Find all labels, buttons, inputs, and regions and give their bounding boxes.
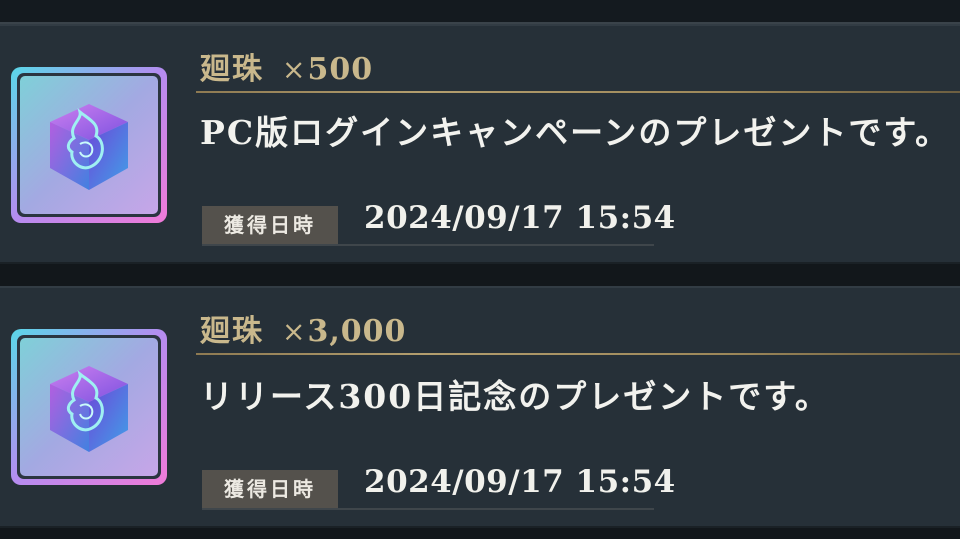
title-divider [196, 90, 960, 94]
date-label: 獲得日時 [202, 206, 338, 244]
card-separator [0, 528, 960, 539]
gift-message: リリース300日記念のプレゼントです。 [200, 377, 830, 416]
top-bar [0, 0, 960, 24]
title-divider [196, 352, 960, 356]
quantity-multiplier: × [282, 53, 306, 86]
gift-card[interactable]: 廻珠 × 3,000 リリース300日記念のプレゼントです。 獲得日時 2024… [0, 286, 960, 528]
date-value: 2024/09/17 15:54 [364, 464, 676, 500]
date-underline [202, 244, 654, 246]
date-label: 獲得日時 [202, 470, 338, 508]
item-name: 廻珠 [200, 314, 264, 349]
gift-card[interactable]: 廻珠 × 500 PC版ログインキャンペーンのプレゼントです。 獲得日時 202… [0, 24, 960, 264]
date-underline [202, 508, 654, 510]
gift-title: 廻珠 × 500 [200, 44, 373, 88]
item-name: 廻珠 [200, 52, 264, 87]
item-quantity: 500 [307, 52, 374, 87]
gift-list: 廻珠 × 500 PC版ログインキャンペーンのプレゼントです。 獲得日時 202… [0, 0, 960, 539]
card-separator [0, 264, 960, 286]
date-value: 2024/09/17 15:54 [364, 200, 676, 236]
gift-message: PC版ログインキャンペーンのプレゼントです。 [200, 113, 951, 152]
quantity-multiplier: × [282, 315, 306, 348]
crystal-cube-icon [8, 326, 170, 488]
gift-title: 廻珠 × 3,000 [200, 306, 406, 350]
item-quantity: 3,000 [307, 314, 407, 349]
crystal-cube-icon [8, 64, 170, 226]
